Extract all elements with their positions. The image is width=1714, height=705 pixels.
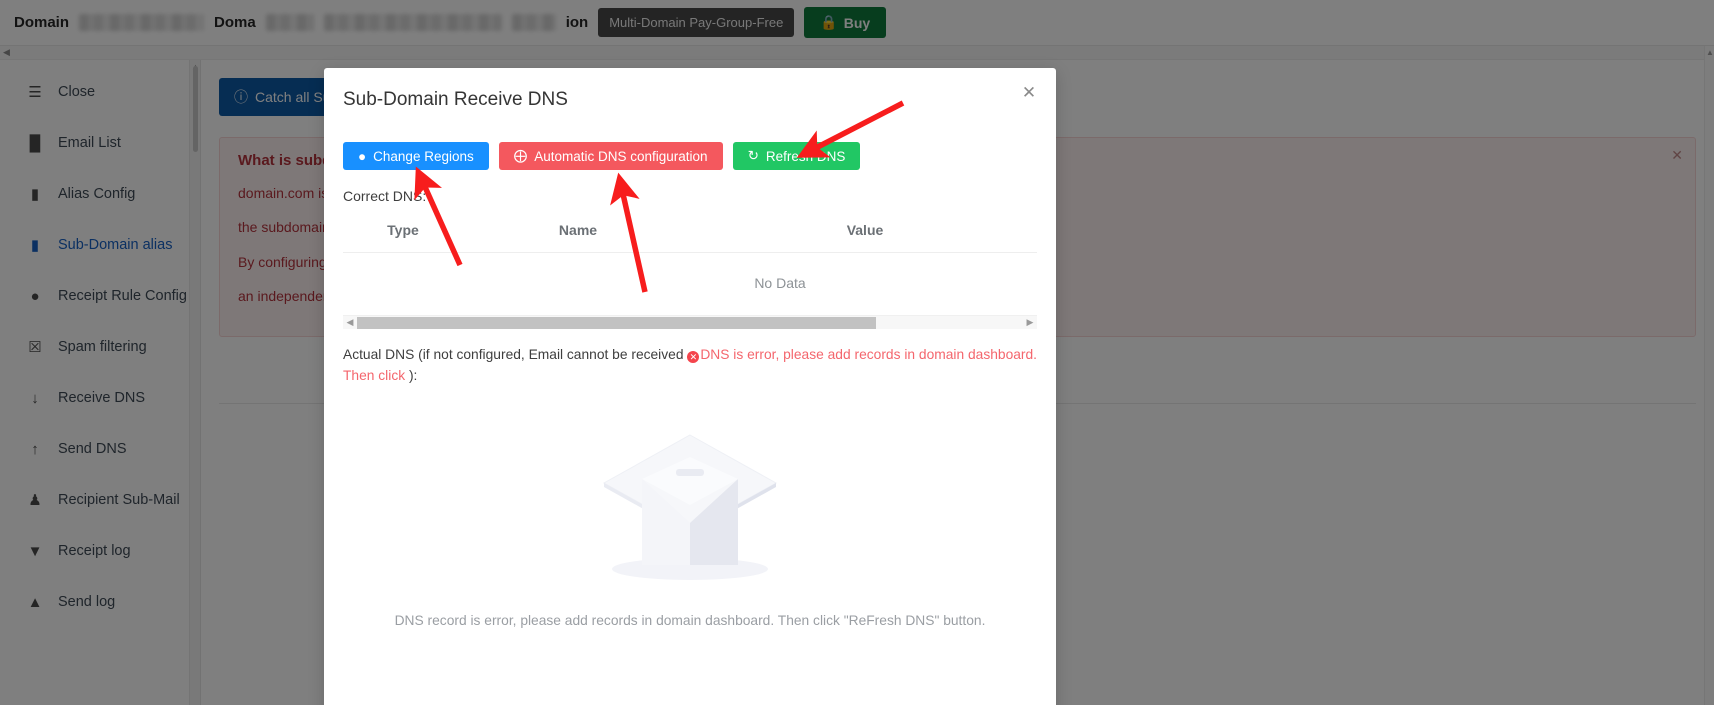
automatic-dns-label: Automatic DNS configuration (534, 148, 708, 164)
plus-circle-icon: ⨁ (513, 148, 528, 163)
change-regions-button[interactable]: ● Change Regions (343, 142, 489, 170)
correct-dns-label: Correct DNS: (343, 188, 427, 204)
table-horizontal-scrollbar[interactable]: ◀ ▶ (343, 315, 1037, 329)
chevron-right-icon[interactable]: ▶ (1023, 317, 1037, 328)
table-empty-placeholder: No Data (343, 253, 1037, 315)
scrollbar-track[interactable] (357, 316, 1023, 329)
refresh-icon: ↻ (747, 148, 759, 163)
chevron-left-icon[interactable]: ◀ (343, 317, 357, 328)
dialog-close-icon[interactable]: ✕ (1018, 82, 1040, 104)
dialog-title: Sub-Domain Receive DNS (343, 89, 568, 110)
table-header-row: Type Name Value (343, 212, 1037, 253)
change-regions-label: Change Regions (373, 148, 474, 164)
column-header-name: Name (558, 222, 598, 238)
actual-dns-error-wrap: ck (391, 368, 406, 384)
empty-box-illustration (602, 434, 778, 580)
empty-state: DNS record is error, please add records … (343, 417, 1037, 628)
column-header-value: Value (846, 222, 884, 238)
sub-domain-receive-dns-dialog: ✕ Sub-Domain Receive DNS ● Change Region… (324, 68, 1056, 705)
correct-dns-table: Type Name Value No Data ◀ ▶ (343, 212, 1037, 329)
location-pin-icon: ● (358, 148, 367, 164)
scrollbar-thumb[interactable] (357, 316, 877, 329)
empty-state-caption: DNS record is error, please add records … (394, 612, 986, 628)
screen: Domain Doma ion Multi-Domain Pay-Group-F… (0, 0, 1714, 705)
error-circle-icon: ✕ (687, 351, 700, 363)
actual-dns-description: Actual DNS (if not configured, Email can… (343, 344, 1037, 387)
automatic-dns-configuration-button[interactable]: ⨁ Automatic DNS configuration (498, 142, 723, 170)
actual-dns-prefix: Actual DNS (if not configured, Email can… (343, 347, 688, 362)
refresh-dns-label: Refresh DNS (765, 148, 846, 164)
no-data-text: No Data (754, 275, 806, 291)
dialog-body: ● Change Regions ⨁ Automatic DNS configu… (324, 142, 1056, 628)
refresh-dns-button[interactable]: ↻ Refresh DNS (732, 142, 861, 170)
column-header-type: Type (387, 222, 419, 238)
actual-dns-suffix: ): (405, 368, 418, 384)
dialog-action-buttons: ● Change Regions ⨁ Automatic DNS configu… (343, 142, 1037, 170)
